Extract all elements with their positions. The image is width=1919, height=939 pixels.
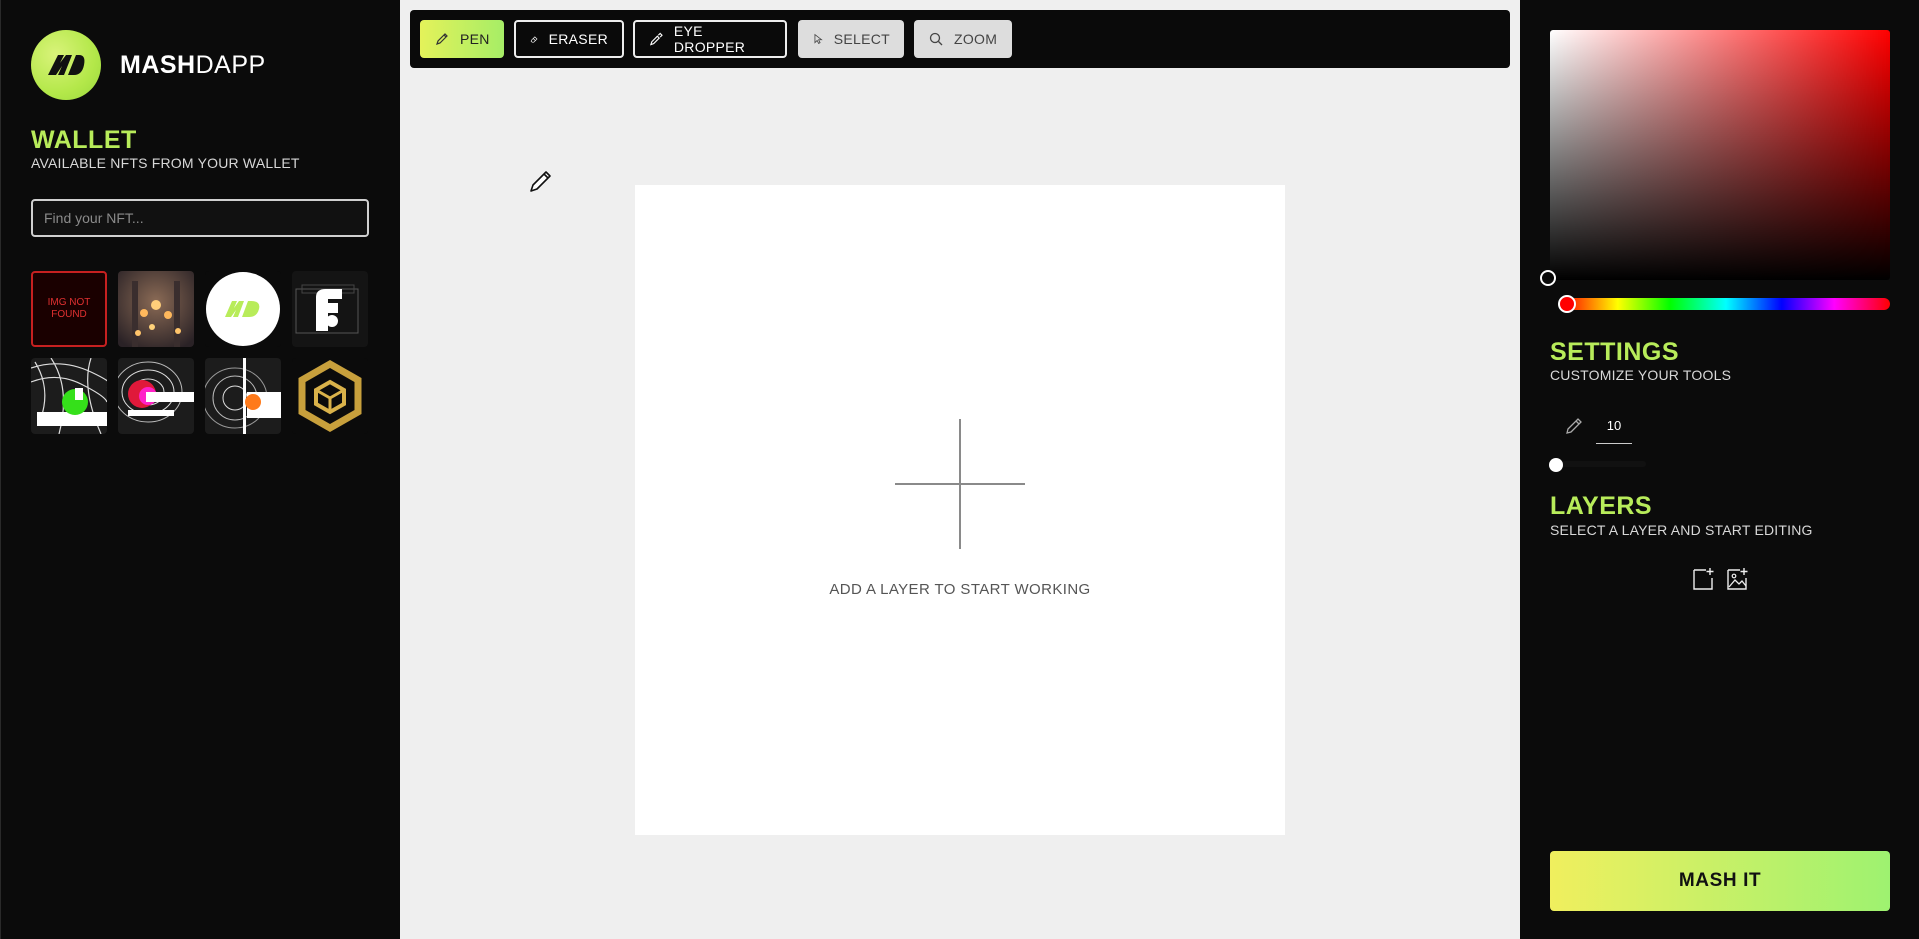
saturation-picker[interactable] [1550, 30, 1890, 280]
green-circle-image [31, 358, 107, 434]
nft-thumb-pink-swirl[interactable] [118, 358, 194, 434]
nft-thumb-orange-dot[interactable] [205, 358, 281, 434]
lanterns-image [118, 271, 194, 347]
mashdapp-white-image [205, 271, 281, 347]
pink-swirl-image [118, 358, 194, 434]
eye-dropper-label: EYE DROPPER [673, 23, 746, 55]
brush-size-value[interactable]: 10 [1596, 409, 1632, 444]
nft-thumb-f-mark[interactable] [292, 271, 368, 347]
pen-tool-button[interactable]: PEN [420, 20, 504, 58]
nft-thumb-green-circle[interactable] [31, 358, 107, 434]
nft-thumb-gold-cube[interactable] [292, 358, 368, 434]
img-not-found-label: IMG NOT FOUND [47, 297, 91, 320]
nft-thumb-broken[interactable]: IMG NOT FOUND [31, 271, 107, 347]
f-mark-image [292, 271, 368, 347]
eye-dropper-tool-button[interactable]: EYE DROPPER [633, 20, 787, 58]
eraser-tool-button[interactable]: ERASER [514, 20, 624, 58]
brand-name: MASHDAPP [120, 51, 266, 79]
add-image-layer-icon[interactable] [1724, 566, 1750, 592]
zoom-label: ZOOM [954, 31, 998, 47]
settings-subtitle: CUSTOMIZE YOUR TOOLS [1550, 367, 1732, 383]
layers-title: LAYERS [1550, 492, 1653, 520]
eraser-icon [530, 36, 538, 43]
logo-mark-icon [48, 55, 85, 75]
brush-size-thumb[interactable] [1549, 458, 1563, 472]
select-tool-button[interactable]: SELECT [798, 20, 904, 58]
brush-pencil-icon [1566, 418, 1582, 434]
saturation-handle[interactable] [1540, 270, 1556, 286]
pen-label: PEN [460, 31, 490, 47]
wallet-subtitle: AVAILABLE NFTS FROM YOUR WALLET [31, 155, 300, 171]
wallet-title: WALLET [31, 126, 137, 154]
select-cursor-icon [814, 33, 823, 44]
empty-canvas-message: ADD A LAYER TO START WORKING [829, 581, 1091, 598]
brush-size-slider[interactable] [1550, 461, 1646, 467]
hue-slider[interactable] [1562, 298, 1890, 310]
hue-handle[interactable] [1558, 295, 1576, 313]
pen-icon [436, 33, 448, 45]
eraser-label: ERASER [548, 31, 608, 47]
zoom-tool-button[interactable]: ZOOM [914, 20, 1012, 58]
zoom-search-icon [929, 32, 943, 46]
select-label: SELECT [833, 31, 890, 47]
nft-thumb-mashdapp-logo[interactable] [205, 271, 281, 347]
settings-title: SETTINGS [1550, 338, 1680, 366]
pen-cursor-icon [530, 171, 551, 192]
orange-dot-image [205, 358, 281, 434]
drawing-canvas[interactable]: ADD A LAYER TO START WORKING [635, 185, 1285, 835]
gold-cube-image [292, 358, 368, 434]
nft-thumb-lanterns[interactable] [118, 271, 194, 347]
mashdapp-logo [31, 30, 101, 100]
nft-search-input[interactable] [31, 199, 369, 237]
wallet-sidebar: MASHDAPP WALLET AVAILABLE NFTS FROM YOUR… [0, 0, 400, 939]
add-layer-icon[interactable] [1690, 566, 1716, 592]
tool-toolbar: PEN ERASER EYE DROPPER SELECT ZOOM [410, 10, 1510, 68]
layers-subtitle: SELECT A LAYER AND START EDITING [1550, 522, 1813, 538]
tools-panel: SETTINGS CUSTOMIZE YOUR TOOLS 10 LAYERS … [1520, 0, 1919, 939]
eye-dropper-icon [649, 32, 663, 46]
mash-it-button[interactable]: MASH IT [1550, 851, 1890, 911]
